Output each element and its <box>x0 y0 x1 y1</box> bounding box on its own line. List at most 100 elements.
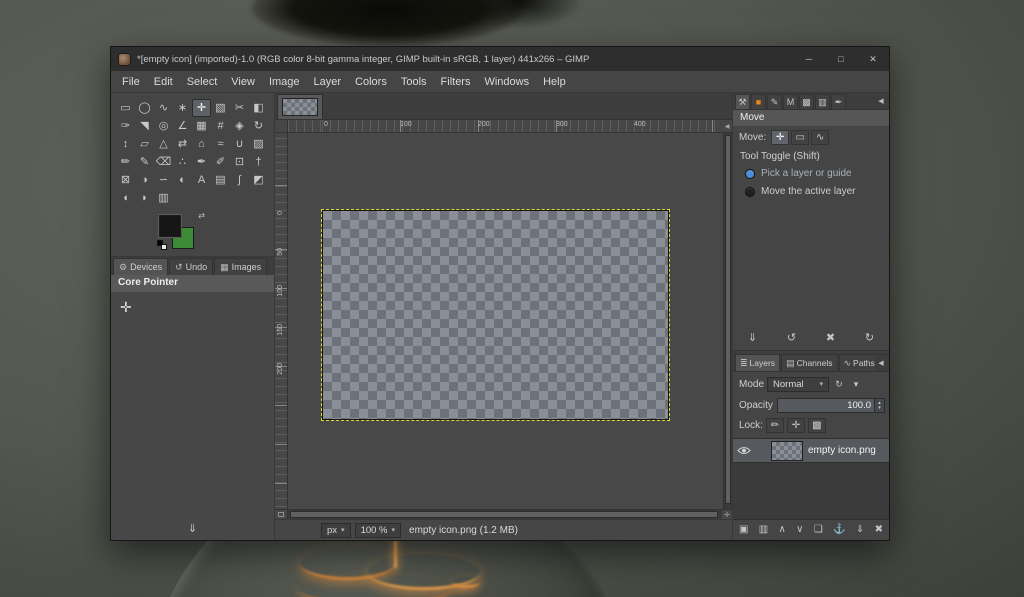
horizontal-scrollbar[interactable] <box>288 509 722 519</box>
dock-menu-arrow-icon[interactable]: ◀ <box>875 359 887 371</box>
delete-layer-icon[interactable]: ✖ <box>875 525 883 535</box>
unit-select[interactable]: px ▾ <box>321 523 351 538</box>
tool-measure[interactable]: ∠ <box>173 117 192 135</box>
menu-item-Windows[interactable]: Windows <box>477 73 536 91</box>
reset-tool-options-icon[interactable]: ↻ <box>865 333 874 344</box>
move-selection-button[interactable]: ▭ <box>791 130 809 145</box>
tool-free-select[interactable]: ∿ <box>154 99 173 117</box>
tool-fuzzy-select[interactable]: ∗ <box>173 99 192 117</box>
mode-select[interactable]: Normal ▾ <box>767 377 829 392</box>
tool-move[interactable]: ✛ <box>192 99 211 117</box>
tool-cage-transform[interactable]: ⌂ <box>192 135 211 153</box>
image-transparent-layer[interactable] <box>322 210 669 420</box>
tool-threshold[interactable]: ◩ <box>249 171 268 189</box>
zoom-select[interactable]: 100 % ▾ <box>355 523 401 538</box>
tab-paths[interactable]: ∿ Paths <box>839 354 876 371</box>
tool-blur-sharpen[interactable]: ◑ <box>135 171 154 189</box>
tool-mypaint-brush[interactable]: ✐ <box>211 153 230 171</box>
opacity-slider[interactable]: 100.0 ▴ ▾ <box>777 398 885 413</box>
tool-eraser[interactable]: ⌫ <box>154 153 173 171</box>
quick-mask-toggle[interactable] <box>275 509 288 519</box>
menu-item-Tools[interactable]: Tools <box>394 73 434 91</box>
menu-item-Select[interactable]: Select <box>180 73 225 91</box>
tool-ellipse-select[interactable]: ◯ <box>135 99 154 117</box>
tool-smudge[interactable]: ∽ <box>154 171 173 189</box>
tab-undo[interactable]: ↺ Undo <box>169 258 213 275</box>
close-button[interactable]: ✕ <box>857 47 889 71</box>
canvas-menu-button[interactable]: ◀ <box>722 120 732 133</box>
tab-images[interactable]: ▦ Images <box>214 258 267 275</box>
horizontal-scrollbar-thumb[interactable] <box>290 511 718 518</box>
menu-item-Edit[interactable]: Edit <box>147 73 180 91</box>
visibility-eye-icon[interactable] <box>733 446 755 455</box>
tool-unified-transform[interactable]: ◈ <box>230 117 249 135</box>
tool-paintbrush[interactable]: ✎ <box>135 153 154 171</box>
tool-color-balance[interactable]: ◖ <box>116 189 135 207</box>
anchor-layer-icon[interactable]: ⚓ <box>833 525 845 535</box>
menu-item-Colors[interactable]: Colors <box>348 73 394 91</box>
tab-devices[interactable]: ⚙ Devices <box>113 258 168 275</box>
tool-pencil[interactable]: ✏ <box>116 153 135 171</box>
tool-ink[interactable]: ✒ <box>192 153 211 171</box>
menu-item-View[interactable]: View <box>224 73 262 91</box>
tool-curves[interactable]: ∫ <box>230 171 249 189</box>
tool-hue-saturation[interactable]: ◗ <box>135 189 154 207</box>
move-path-button[interactable]: ∿ <box>811 130 829 145</box>
tool-airbrush[interactable]: ∴ <box>173 153 192 171</box>
menu-item-File[interactable]: File <box>115 73 147 91</box>
tool-bucket-fill[interactable]: ∪ <box>230 135 249 153</box>
tab-mypaint-brushes[interactable]: M <box>783 94 798 109</box>
save-tool-preset-icon[interactable]: ⇓ <box>748 333 757 344</box>
vertical-scrollbar[interactable] <box>723 133 732 509</box>
tool-alignment[interactable]: ▦ <box>192 117 211 135</box>
tool-shear[interactable]: ▱ <box>135 135 154 153</box>
image-tab[interactable] <box>277 94 323 119</box>
new-layer-icon[interactable]: ▣ <box>739 525 748 535</box>
tab-tool-presets[interactable]: ✒ <box>831 94 846 109</box>
menu-item-Help[interactable]: Help <box>536 73 573 91</box>
tool-gradient[interactable]: ▨ <box>249 135 268 153</box>
switch-mode-group-icon[interactable]: ↻ <box>832 380 846 389</box>
tool-clone[interactable]: ⊡ <box>230 153 249 171</box>
tool-text[interactable]: A <box>192 171 211 189</box>
tool-rectangle-select[interactable]: ▭ <box>116 99 135 117</box>
tool-foreground-select[interactable]: ◧ <box>249 99 268 117</box>
tool-scale[interactable]: ↕ <box>116 135 135 153</box>
move-cursor-icon[interactable]: ✛ <box>120 299 132 315</box>
maximize-button[interactable]: □ <box>825 47 857 71</box>
tab-tool-options[interactable]: ⚒ <box>735 94 750 109</box>
tool-color-picker[interactable]: ◥ <box>135 117 154 135</box>
tool-perspective-clone[interactable]: ⊠ <box>116 171 135 189</box>
menu-item-Layer[interactable]: Layer <box>307 73 349 91</box>
tool-heal[interactable]: † <box>249 153 268 171</box>
tool-scissors[interactable]: ✂ <box>230 99 249 117</box>
tab-layers[interactable]: ≣ Layers <box>735 354 780 371</box>
tool-warp-transform[interactable]: ≈ <box>211 135 230 153</box>
tab-channels[interactable]: ▤ Channels <box>781 354 837 371</box>
lower-layer-icon[interactable]: ∨ <box>796 525 803 535</box>
tab-fg-bg-colors[interactable]: ■ <box>751 94 766 109</box>
minimize-button[interactable]: ─ <box>793 47 825 71</box>
lock-pixels-icon[interactable]: ✏ <box>766 418 784 433</box>
save-device-status-icon[interactable]: ⇓ <box>188 524 197 535</box>
tab-gradients[interactable]: ▥ <box>815 94 830 109</box>
mode-options-caret-icon[interactable]: ▾ <box>849 380 863 389</box>
tool-crop[interactable]: # <box>211 117 230 135</box>
radio-move-active-layer[interactable] <box>745 187 755 197</box>
tool-levels[interactable]: ▤ <box>211 171 230 189</box>
tool-paths[interactable]: ✑ <box>116 117 135 135</box>
tab-brushes[interactable]: ✎ <box>767 94 782 109</box>
navigation-button[interactable]: ✛ <box>722 509 732 519</box>
lock-position-icon[interactable]: ✛ <box>787 418 805 433</box>
move-layer-button[interactable]: ✛ <box>771 130 789 145</box>
tool-perspective[interactable]: △ <box>154 135 173 153</box>
tool-flip[interactable]: ⇄ <box>173 135 192 153</box>
dock-menu-arrow-icon[interactable]: ◀ <box>875 97 887 109</box>
merge-down-icon[interactable]: ⇓ <box>856 525 864 535</box>
new-layer-group-icon[interactable]: ▥ <box>759 525 768 535</box>
tool-posterize[interactable]: ▥ <box>154 189 173 207</box>
ruler-corner-button[interactable] <box>275 120 288 133</box>
tab-patterns[interactable]: ▩ <box>799 94 814 109</box>
opacity-spinner[interactable]: ▴ ▾ <box>874 399 884 412</box>
delete-tool-preset-icon[interactable]: ✖ <box>826 333 835 344</box>
